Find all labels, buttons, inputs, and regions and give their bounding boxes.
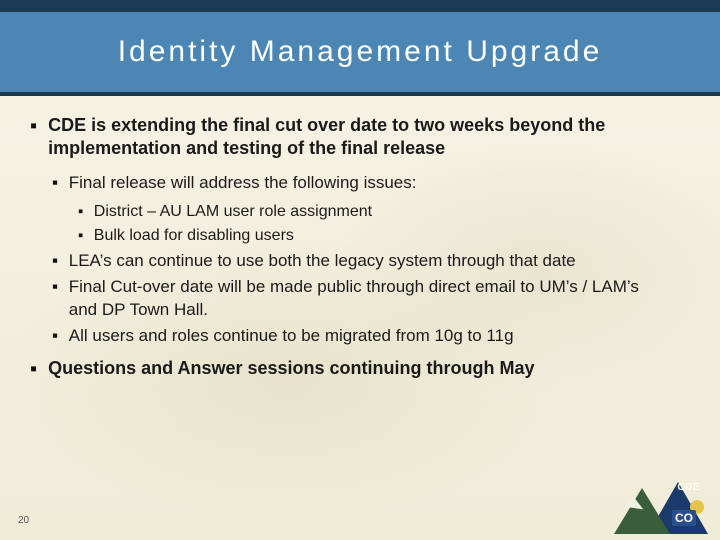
bullet-text: Final release will address the following… <box>69 172 653 194</box>
bullet-level2: Final Cut-over date will be made public … <box>52 276 690 321</box>
bullet-text: Questions and Answer sessions continuing… <box>48 357 658 380</box>
bullet-level2: Final release will address the following… <box>52 172 690 194</box>
bullet-marker-icon <box>78 225 83 246</box>
slide-title: Identity Management Upgrade <box>118 35 603 69</box>
bullet-text: Final Cut-over date will be made public … <box>69 276 653 321</box>
bullet-marker-icon <box>52 325 58 347</box>
logo-text-top: CDE <box>677 482 700 493</box>
title-bar: Identity Management Upgrade <box>0 0 720 96</box>
bullet-level1: CDE is extending the final cut over date… <box>30 114 690 160</box>
mountain-icon <box>614 488 670 534</box>
bullet-marker-icon <box>52 172 58 194</box>
bullet-level3: Bulk load for disabling users <box>78 225 690 246</box>
bullet-marker-icon <box>52 276 58 298</box>
slide-body: CDE is extending the final cut over date… <box>0 96 720 383</box>
bullet-level2: All users and roles continue to be migra… <box>52 325 690 347</box>
bullet-marker-icon <box>30 114 37 140</box>
bullet-marker-icon <box>78 201 83 222</box>
bullet-text: LEA’s can continue to use both the legac… <box>69 250 653 272</box>
page-number: 20 <box>18 515 29 526</box>
bullet-marker-icon <box>30 357 37 383</box>
cde-logo: CDE CO <box>614 480 706 534</box>
bullet-level3: District – AU LAM user role assignment <box>78 201 690 222</box>
bullet-text: District – AU LAM user role assignment <box>94 201 634 222</box>
bullet-text: CDE is extending the final cut over date… <box>48 114 658 160</box>
bullet-text: All users and roles continue to be migra… <box>69 325 653 347</box>
bullet-level2: LEA’s can continue to use both the legac… <box>52 250 690 272</box>
bullet-marker-icon <box>52 250 58 272</box>
bullet-level1: Questions and Answer sessions continuing… <box>30 357 690 383</box>
bullet-text: Bulk load for disabling users <box>94 225 634 246</box>
logo-text-bottom: CO <box>672 510 696 526</box>
